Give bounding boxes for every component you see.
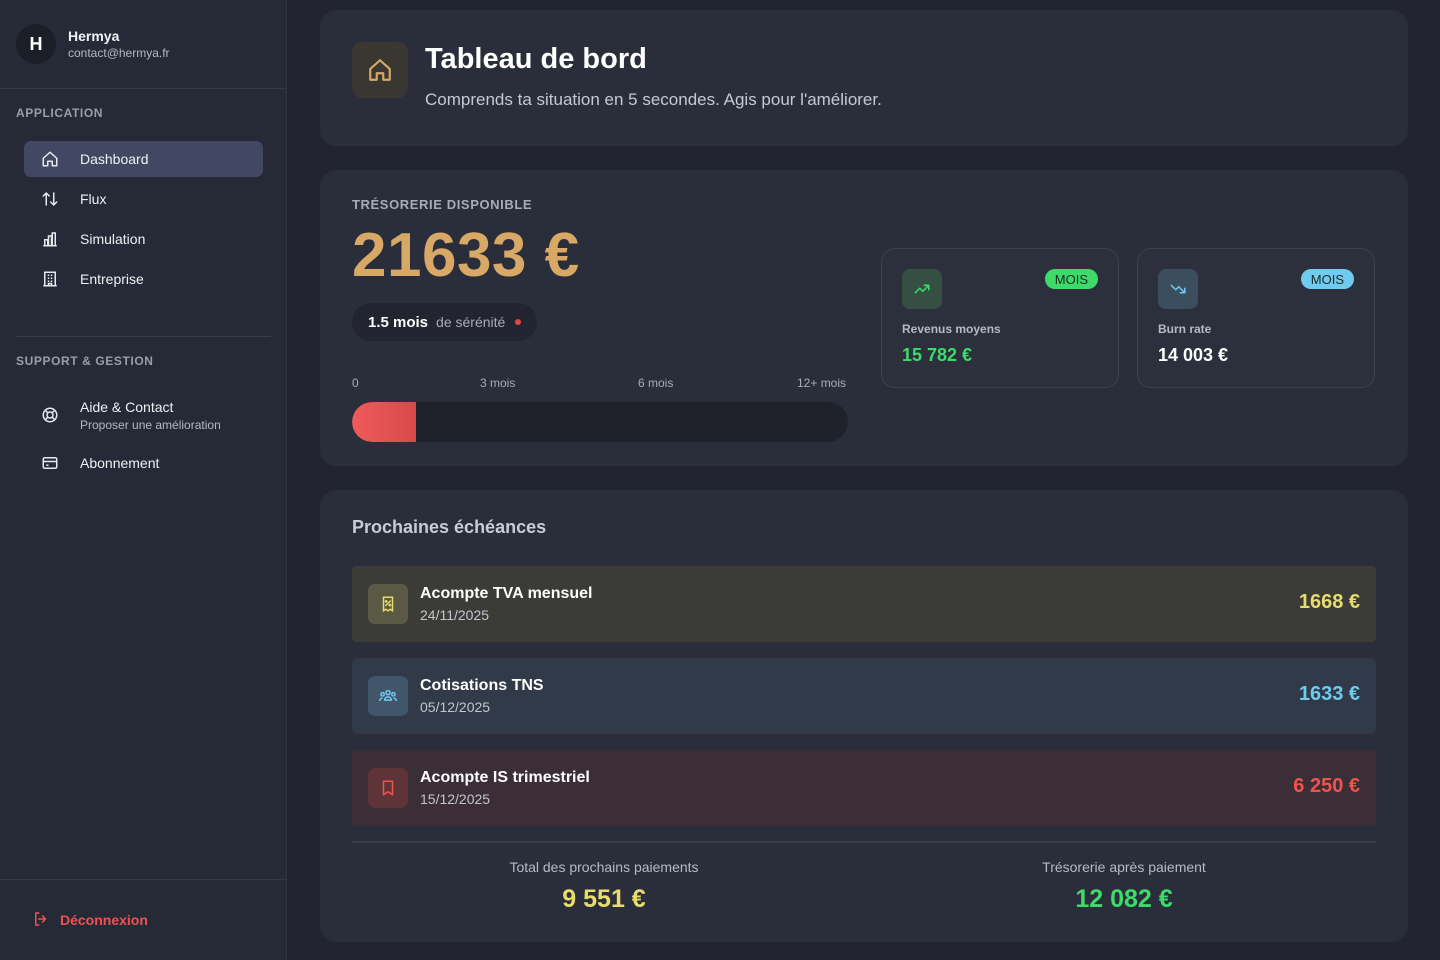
stat-value: 15 782 € bbox=[902, 345, 973, 365]
sidebar-item-dashboard[interactable]: Dashboard bbox=[24, 141, 263, 177]
page-subtitle: Comprends ta situation en 5 secondes. Ag… bbox=[425, 90, 882, 109]
payment-date: 05/12/2025 bbox=[420, 699, 491, 715]
section-label-support: SUPPORT & GESTION bbox=[16, 354, 154, 368]
stat-label: Burn rate bbox=[1158, 322, 1212, 336]
section-label-application: APPLICATION bbox=[16, 106, 104, 120]
sidebar-item-aide-contact[interactable]: Aide & Contact Proposer une amélioration bbox=[24, 391, 263, 439]
summary-value: 12 082 € bbox=[1075, 885, 1173, 913]
logout-bar: Déconnexion bbox=[0, 879, 287, 960]
sidebar-item-label: Simulation bbox=[80, 231, 146, 247]
progress-fill bbox=[352, 402, 417, 442]
summary-after-payment: Trésorerie après paiement 12 082 € bbox=[924, 859, 1324, 914]
user-name: Hermya bbox=[68, 28, 120, 44]
payment-amount: 6 250 € bbox=[1293, 775, 1360, 797]
payment-row-is[interactable]: Acompte IS trimestriel 15/12/2025 6 250 … bbox=[352, 750, 1376, 826]
upcoming-payments-card: Prochaines échéances Acompte TVA mensuel… bbox=[320, 490, 1408, 942]
home-icon bbox=[352, 42, 408, 98]
lifebuoy-icon bbox=[40, 405, 60, 425]
bar-chart-icon bbox=[40, 229, 60, 249]
summary-label: Total des prochains paiements bbox=[509, 859, 699, 875]
payment-date: 24/11/2025 bbox=[420, 607, 490, 623]
payment-row-tns[interactable]: Cotisations TNS 05/12/2025 1633 € bbox=[352, 658, 1376, 734]
summary-label: Trésorerie après paiement bbox=[1042, 859, 1206, 875]
summary-divider bbox=[352, 841, 1376, 843]
payment-name: Cotisations TNS bbox=[420, 677, 544, 694]
users-group-icon bbox=[368, 676, 408, 716]
payment-amount: 1633 € bbox=[1298, 683, 1360, 705]
sidebar-item-entreprise[interactable]: Entreprise bbox=[24, 261, 263, 297]
logout-label: Déconnexion bbox=[60, 912, 148, 928]
sidebar-item-flux[interactable]: Flux bbox=[24, 181, 263, 217]
user-email: contact@hermya.fr bbox=[68, 46, 170, 60]
serenity-value: 1.5 mois bbox=[368, 313, 429, 331]
trending-up-icon bbox=[902, 269, 942, 309]
sidebar-item-sublabel: Proposer une amélioration bbox=[80, 417, 221, 432]
trending-down-icon bbox=[1158, 269, 1198, 309]
page-title: Tableau de bord bbox=[425, 43, 647, 75]
summary-value: 9 551 € bbox=[562, 885, 646, 913]
serenity-label: de sérénité bbox=[436, 314, 506, 330]
logout-icon bbox=[32, 910, 50, 931]
stat-card-revenus: MOIS Revenus moyens 15 782 € bbox=[881, 248, 1119, 388]
section-title: Prochaines échéances bbox=[352, 517, 547, 537]
credit-card-icon bbox=[40, 453, 60, 473]
sidebar-divider bbox=[16, 336, 271, 337]
arrows-up-down-icon bbox=[40, 189, 60, 209]
sidebar-item-label: Entreprise bbox=[80, 271, 144, 287]
serenity-pill: 1.5 mois de sérénité bbox=[352, 303, 538, 341]
avatar: H bbox=[16, 24, 56, 64]
stat-label: Revenus moyens bbox=[902, 322, 1001, 336]
sidebar-item-simulation[interactable]: Simulation bbox=[24, 221, 263, 257]
sidebar-item-label: Abonnement bbox=[80, 455, 160, 471]
treasury-value: 21633 € bbox=[352, 221, 580, 290]
treasury-label: TRÉSORERIE DISPONIBLE bbox=[352, 197, 533, 212]
payment-date: 15/12/2025 bbox=[420, 791, 491, 807]
payment-name: Acompte IS trimestriel bbox=[420, 769, 590, 786]
serenity-progress-bar bbox=[352, 402, 848, 442]
receipt-percent-icon bbox=[368, 584, 408, 624]
sidebar-item-label: Dashboard bbox=[80, 151, 149, 167]
stat-card-burn-rate: MOIS Burn rate 14 003 € bbox=[1137, 248, 1375, 388]
payment-name: Acompte TVA mensuel bbox=[420, 585, 593, 602]
sidebar-item-label: Flux bbox=[80, 191, 107, 207]
period-badge: MOIS bbox=[1300, 269, 1354, 289]
scale-label-6: 6 mois bbox=[638, 376, 674, 390]
treasury-card: TRÉSORERIE DISPONIBLE 21633 € 1.5 mois d… bbox=[320, 170, 1408, 466]
period-badge: MOIS bbox=[1044, 269, 1098, 289]
status-dot bbox=[515, 319, 522, 325]
scale-label-0: 0 bbox=[352, 376, 359, 390]
sidebar-item-label: Aide & Contact bbox=[80, 398, 174, 415]
header-card: Tableau de bord Comprends ta situation e… bbox=[320, 10, 1408, 146]
scale-label-12: 12+ mois bbox=[797, 376, 847, 390]
bookmark-icon bbox=[368, 768, 408, 808]
user-profile[interactable]: H Hermya contact@hermya.fr bbox=[0, 0, 286, 89]
summary-total: Total des prochains paiements 9 551 € bbox=[404, 859, 804, 914]
scale-label-3: 3 mois bbox=[480, 376, 516, 390]
building-icon bbox=[40, 269, 60, 289]
payment-amount: 1668 € bbox=[1298, 591, 1360, 613]
payment-row-tva[interactable]: Acompte TVA mensuel 24/11/2025 1668 € bbox=[352, 566, 1376, 642]
stat-value: 14 003 € bbox=[1158, 345, 1229, 365]
logout-button[interactable]: Déconnexion bbox=[32, 910, 148, 931]
home-icon bbox=[40, 149, 60, 169]
sidebar: H Hermya contact@hermya.fr APPLICATION D… bbox=[0, 0, 287, 960]
sidebar-item-abonnement[interactable]: Abonnement bbox=[24, 445, 263, 481]
